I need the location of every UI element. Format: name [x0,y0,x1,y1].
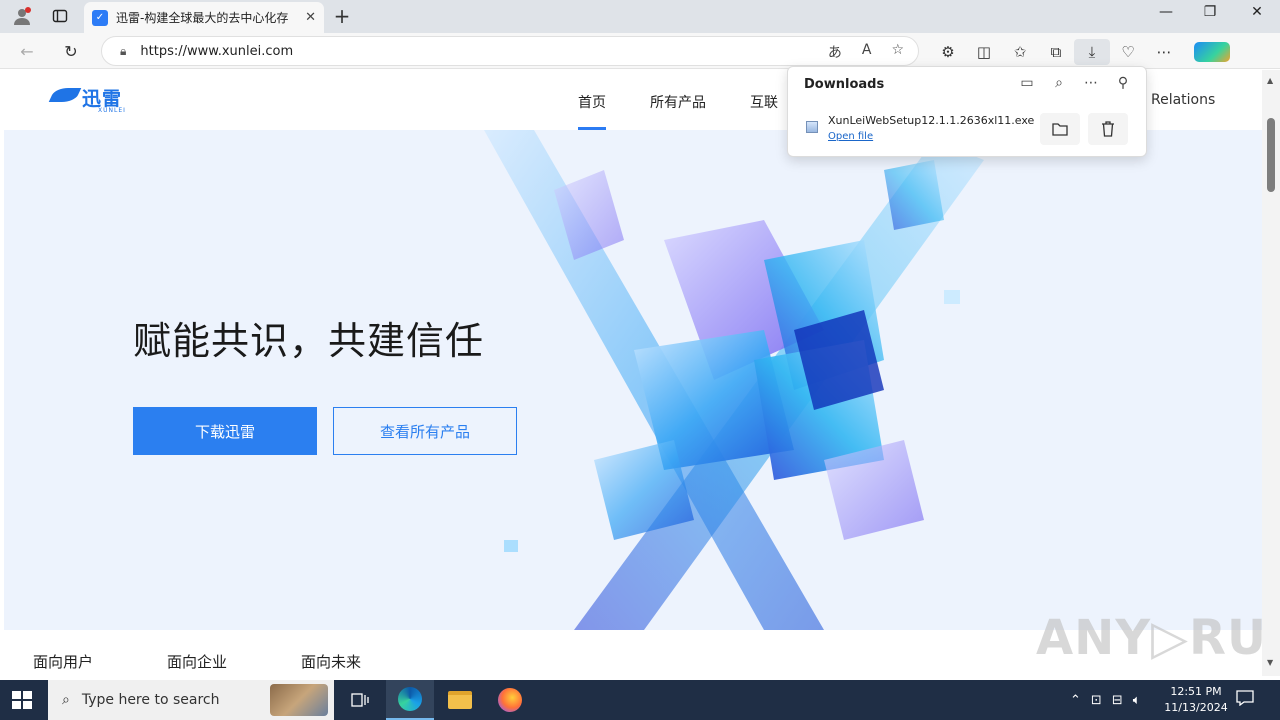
folder-icon [1052,123,1068,136]
tab-actions-icon[interactable] [46,2,74,30]
clock-date: 11/13/2024 [1164,701,1228,714]
xunlei-logo[interactable]: 迅雷 XUNLEI [52,82,125,115]
tab-title: 迅雷-构建全球最大的去中心化存 [116,11,289,25]
collections-icon[interactable]: ⧉ [1038,43,1074,61]
show-in-folder-button[interactable] [1040,113,1080,145]
clock-time: 12:51 PM [1170,685,1222,698]
task-view-icon[interactable] [336,680,384,720]
download-item[interactable]: XunLeiWebSetup12.1.1.2636xl11.exe Open f… [788,109,1146,149]
nav-item-home[interactable]: 首页 [578,92,606,130]
favorite-star-icon[interactable]: ☆ [891,42,904,62]
open-downloads-folder-icon[interactable]: ▭ [1018,75,1036,91]
search-downloads-icon[interactable]: ⌕ [1050,75,1068,91]
main-nav: 首页 所有产品 互联 [578,92,778,130]
network-drive-icon[interactable]: ⊡ [1091,693,1102,708]
search-icon: ⌕ [62,692,70,708]
read-aloud-icon[interactable]: A [862,42,872,62]
view-all-products-button[interactable]: 查看所有产品 [333,407,517,455]
lock-icon: 🔒︎ [120,43,127,58]
download-xunlei-button[interactable]: 下载迅雷 [133,407,317,455]
profile-icon[interactable] [8,2,36,30]
system-clock[interactable]: 12:51 PM 11/13/2024 [1160,684,1232,716]
system-tray: ⌃ ⊡ ⊟ 🔈︎ [1070,680,1141,720]
maximize-button[interactable]: ❐ [1190,4,1230,20]
exe-file-icon [806,121,818,133]
nav-item-relations[interactable]: Relations [1151,92,1215,108]
anyrun-watermark: ANY▷RUN [1036,610,1280,666]
open-file-link[interactable]: Open file [828,131,873,142]
file-explorer-taskbar-icon[interactable] [436,680,484,720]
delete-download-button[interactable] [1088,113,1128,145]
web-page: 迅雷 XUNLEI 首页 所有产品 互联 Relations 赋能共识，共建信任… [4,70,1262,676]
volume-icon[interactable]: 🔈︎ [1133,693,1141,708]
scroll-up-icon[interactable]: ▲ [1267,76,1273,85]
subnav-item-future[interactable]: 面向未来 [301,651,361,672]
minimize-button[interactable]: — [1146,4,1186,20]
search-highlight-image [270,684,328,716]
crystal-x-artwork [484,130,984,630]
scroll-down-icon[interactable]: ▼ [1267,658,1273,667]
browser-essentials-icon[interactable]: ♡ [1110,43,1146,61]
close-window-button[interactable]: ✕ [1237,4,1277,20]
favorites-icon[interactable]: ✩ [1002,43,1038,61]
pin-icon[interactable]: ⚲ [1114,75,1132,91]
downloads-panel: Downloads ▭ ⌕ ⋯ ⚲ XunLeiWebSetup12.1.1.2… [787,66,1147,157]
address-bar[interactable]: 🔒︎ https://www.xunlei.com あ A ☆ [101,36,919,66]
tab-bar: ✓ 迅雷-构建全球最大的去中心化存 ✕ + — ❐ ✕ [0,0,1280,33]
translate-icon[interactable]: あ [828,42,842,62]
extensions-icon[interactable]: ⚙ [930,43,966,61]
chevron-up-icon[interactable]: ⌃ [1070,693,1081,708]
search-placeholder: Type here to search [81,692,220,708]
downloads-title: Downloads [804,77,885,92]
close-tab-icon[interactable]: ✕ [305,10,316,25]
xunlei-bird-icon [52,82,78,112]
browser-toolbar: ← ↻ 🔒︎ https://www.xunlei.com あ A ☆ ⚙ ◫ … [0,33,1280,69]
url-text: https://www.xunlei.com [140,43,294,59]
hero-title: 赋能共识，共建信任 [133,319,485,363]
nav-item-internet[interactable]: 互联 [750,92,778,112]
page-scrollbar[interactable]: ▲ ▼ [1262,70,1280,676]
new-tab-icon[interactable]: + [330,4,354,28]
active-tab[interactable]: ✓ 迅雷-构建全球最大的去中心化存 ✕ [84,2,324,33]
split-screen-icon[interactable]: ◫ [966,43,1002,61]
copilot-icon[interactable] [1194,42,1230,62]
taskbar-search[interactable]: ⌕ Type here to search [48,680,334,720]
hero-banner: 赋能共识，共建信任 下载迅雷 查看所有产品 [4,130,1262,630]
notification-icon[interactable] [1236,690,1256,708]
network-icon[interactable]: ⊟ [1112,693,1123,708]
windows-taskbar: ⌕ Type here to search ⌃ ⊡ ⊟ 🔈︎ 12:51 PM … [0,680,1280,720]
subnav-item-enterprise[interactable]: 面向企业 [167,651,227,672]
refresh-icon[interactable]: ↻ [58,39,84,63]
more-options-icon[interactable]: ⋯ [1082,75,1100,91]
back-icon[interactable]: ← [14,39,40,63]
download-file-name: XunLeiWebSetup12.1.1.2636xl11.exe [828,114,1035,127]
more-icon[interactable]: ⋯ [1146,43,1182,61]
xunlei-favicon-icon: ✓ [92,9,108,26]
scroll-thumb[interactable] [1267,118,1275,192]
edge-taskbar-icon[interactable] [386,680,434,720]
subnav-item-users[interactable]: 面向用户 [33,651,93,672]
nav-item-products[interactable]: 所有产品 [650,92,706,112]
logo-subtext: XUNLEI [98,107,126,114]
trash-icon [1102,121,1114,137]
windows-start-icon[interactable] [12,691,32,709]
downloads-icon[interactable]: ⤓ [1074,39,1110,65]
firefox-taskbar-icon[interactable] [486,680,534,720]
